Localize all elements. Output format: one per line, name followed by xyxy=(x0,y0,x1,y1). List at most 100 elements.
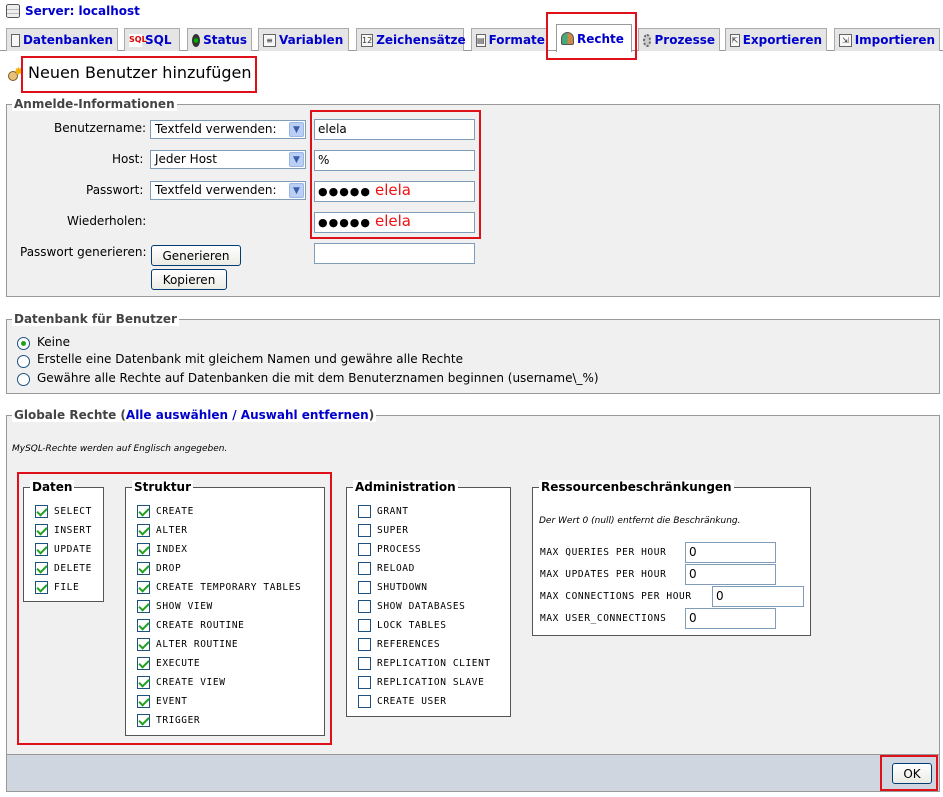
login-info-legend: Anmelde-Informationen xyxy=(12,97,177,111)
resource-limit-input[interactable]: 0 xyxy=(685,608,776,629)
privilege-checkbox[interactable] xyxy=(358,562,371,575)
tab-charsets[interactable]: 12 Zeichensätze xyxy=(356,28,466,51)
select-value: Jeder Host xyxy=(155,152,217,166)
tab-label: Prozesse xyxy=(654,33,715,47)
tab-processes[interactable]: Prozesse xyxy=(638,28,720,51)
import-icon: ⇲ xyxy=(839,33,852,47)
privileges-note: MySQL-Rechte werden auf Englisch angegeb… xyxy=(12,444,228,454)
tab-label: Status xyxy=(203,33,247,47)
host-select[interactable]: Jeder Host ▼ xyxy=(150,150,306,169)
privilege-label: SUPER xyxy=(377,525,409,536)
username-label: Benutzername: xyxy=(54,121,147,135)
highlight-box-title xyxy=(21,56,257,93)
privilege-checkbox[interactable] xyxy=(358,676,371,689)
input-value: 0 xyxy=(689,611,697,625)
tab-sql[interactable]: SQL SQL xyxy=(124,28,180,51)
radio-wildcard-db[interactable] xyxy=(17,373,30,386)
highlight-box-tab xyxy=(546,12,637,60)
generate-button[interactable]: Generieren xyxy=(151,245,241,266)
copy-button[interactable]: Kopieren xyxy=(151,269,227,290)
tab-label: SQL xyxy=(145,33,172,47)
sql-icon: SQL xyxy=(129,33,147,47)
privilege-label: REFERENCES xyxy=(377,639,441,650)
privilege-checkbox[interactable] xyxy=(358,581,371,594)
deselect-all-link[interactable]: Auswahl entfernen xyxy=(241,408,369,422)
privilege-label: GRANT xyxy=(377,506,409,517)
radio-wildcard-db-label: Gewähre alle Rechte auf Datenbanken die … xyxy=(37,371,599,385)
legend-prefix: Globale Rechte ( xyxy=(14,408,126,422)
input-value: 0 xyxy=(689,545,697,559)
charsets-icon: 12 xyxy=(361,33,374,47)
radio-create-db[interactable] xyxy=(17,355,30,368)
server-breadcrumb: Server: localhost xyxy=(6,2,140,20)
privilege-label: REPLICATION SLAVE xyxy=(377,677,485,688)
resource-limit-label: MAX UPDATES PER HOUR xyxy=(540,569,667,580)
generate-password-label: Passwort generieren: xyxy=(20,245,147,259)
highlight-box-credentials xyxy=(310,110,481,239)
tab-label: Exportieren xyxy=(742,33,822,47)
legend-separator: / xyxy=(228,408,241,422)
databases-icon xyxy=(11,33,20,47)
global-privileges-legend: Globale Rechte (Alle auswählen / Auswahl… xyxy=(12,408,377,422)
host-label: Host: xyxy=(112,152,144,166)
chevron-down-icon: ▼ xyxy=(289,183,304,198)
privilege-label: LOCK TABLES xyxy=(377,620,447,631)
resource-limit-input[interactable]: 0 xyxy=(685,542,776,563)
resource-limit-label: MAX USER_CONNECTIONS xyxy=(540,613,667,624)
resource-limit-input[interactable]: 0 xyxy=(685,564,776,585)
add-user-icon: ✸ xyxy=(6,65,23,82)
database-legend: Datenbank für Benutzer xyxy=(12,312,179,326)
privilege-checkbox[interactable] xyxy=(358,505,371,518)
input-value: 0 xyxy=(689,567,697,581)
resource-limit-input[interactable]: 0 xyxy=(712,586,804,607)
password-mode-select[interactable]: Textfeld verwenden: ▼ xyxy=(150,181,306,200)
privilege-checkbox[interactable] xyxy=(358,695,371,708)
radio-none[interactable] xyxy=(17,337,30,350)
privilege-checkbox[interactable] xyxy=(358,543,371,556)
input-value: 0 xyxy=(716,589,724,603)
highlight-box-ok xyxy=(880,755,938,791)
privilege-label: SHOW DATABASES xyxy=(377,601,466,612)
tab-label: Variablen xyxy=(279,33,344,47)
tab-label: Datenbanken xyxy=(22,33,113,47)
form-footer xyxy=(6,754,940,792)
select-value: Textfeld verwenden: xyxy=(155,183,277,197)
tab-import[interactable]: ⇲ Importieren xyxy=(834,28,940,51)
privilege-checkbox[interactable] xyxy=(358,638,371,651)
privilege-label: RELOAD xyxy=(377,563,415,574)
privilege-checkbox[interactable] xyxy=(358,619,371,632)
tab-status[interactable]: Status xyxy=(187,28,252,51)
server-label[interactable]: Server: localhost xyxy=(25,4,140,18)
select-all-link[interactable]: Alle auswählen xyxy=(126,408,228,422)
variables-icon: ≡ xyxy=(263,33,276,47)
tab-label: Formate xyxy=(488,33,545,47)
privilege-checkbox[interactable] xyxy=(358,600,371,613)
tab-engines[interactable]: ▤ Formate xyxy=(471,28,547,51)
privilege-label: PROCESS xyxy=(377,544,422,555)
engines-icon: ▤ xyxy=(476,33,486,47)
resource-limit-label: MAX CONNECTIONS PER HOUR xyxy=(540,591,692,602)
tab-label: Zeichensätze xyxy=(376,33,466,47)
resource-note: Der Wert 0 (null) entfernt die Beschränk… xyxy=(539,516,741,526)
radio-create-db-label: Erstelle eine Datenbank mit gleichem Nam… xyxy=(37,352,463,366)
username-mode-select[interactable]: Textfeld verwenden: ▼ xyxy=(150,120,306,139)
tab-export[interactable]: ⇱ Exportieren xyxy=(725,28,827,51)
server-icon xyxy=(6,4,20,18)
export-icon: ⇱ xyxy=(730,33,740,47)
privilege-checkbox[interactable] xyxy=(358,657,371,670)
tab-label: Importieren xyxy=(854,33,935,47)
privilege-checkbox[interactable] xyxy=(358,524,371,537)
legend-suffix: ) xyxy=(368,408,375,422)
privilege-label: SHUTDOWN xyxy=(377,582,428,593)
status-icon xyxy=(192,33,201,47)
chevron-down-icon: ▼ xyxy=(289,122,304,137)
privilege-label: CREATE USER xyxy=(377,696,447,707)
password-label: Passwort: xyxy=(86,183,144,197)
tab-variables[interactable]: ≡ Variablen xyxy=(258,28,349,51)
generated-password-input[interactable] xyxy=(314,243,475,264)
tab-databases[interactable]: Datenbanken xyxy=(6,28,118,51)
privilege-label: REPLICATION CLIENT xyxy=(377,658,491,669)
chevron-down-icon: ▼ xyxy=(289,152,304,167)
processes-icon xyxy=(643,33,652,47)
select-value: Textfeld verwenden: xyxy=(155,122,277,136)
